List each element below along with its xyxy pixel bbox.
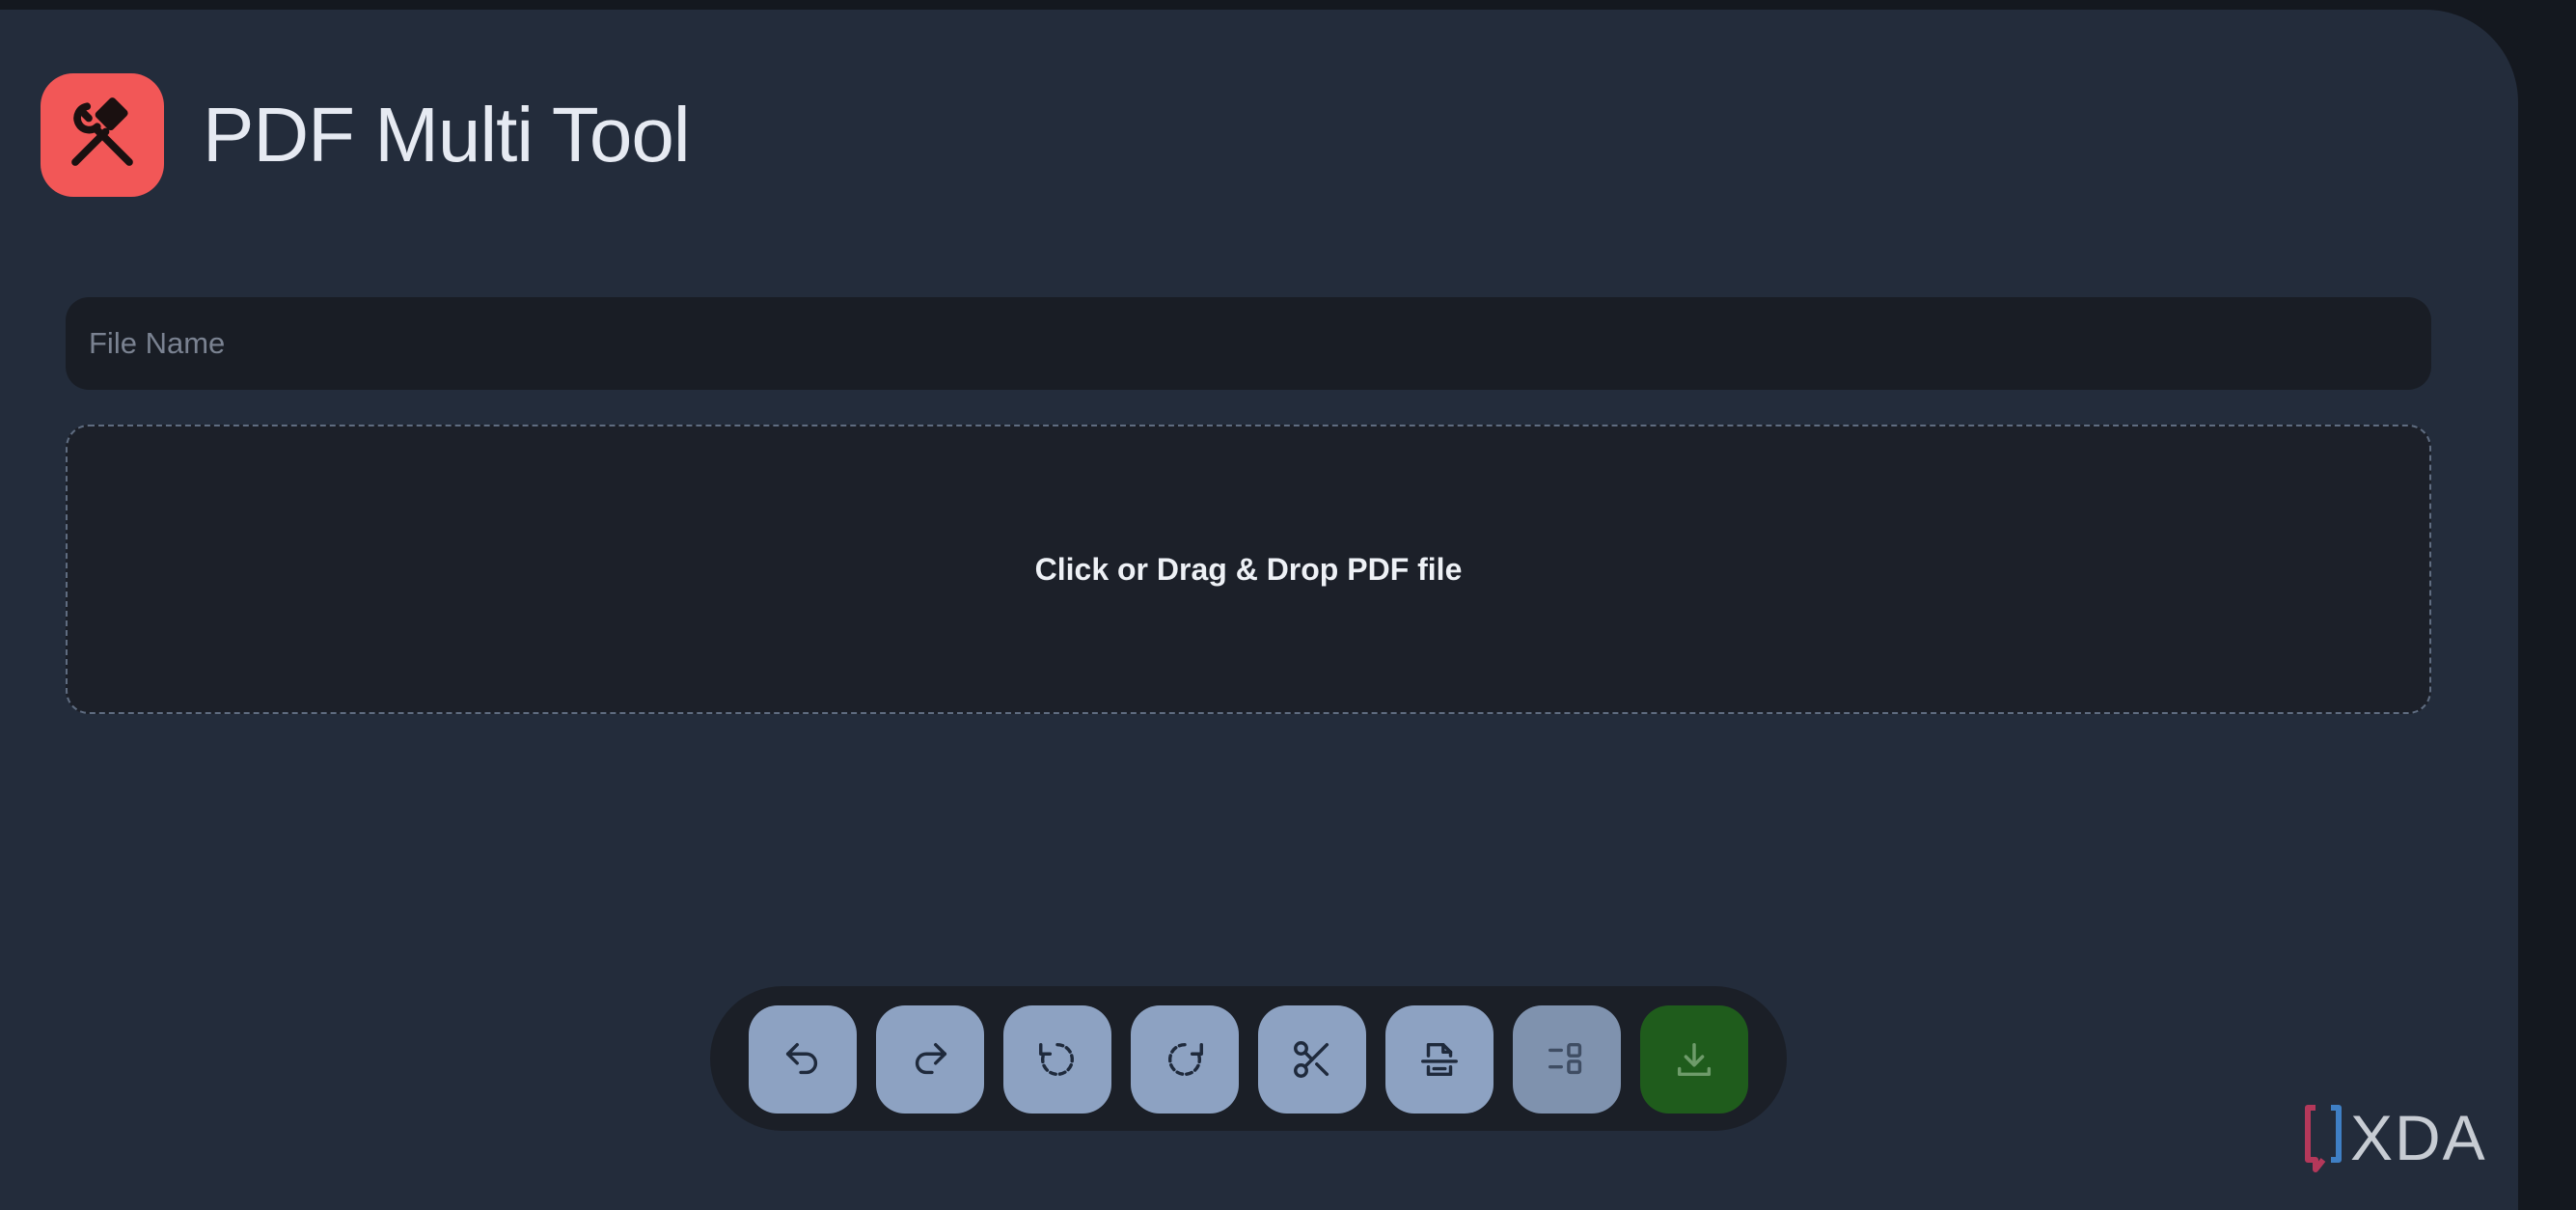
- download-icon: [1677, 1042, 1712, 1077]
- rotate-left-button[interactable]: [1003, 1005, 1111, 1114]
- undo-button[interactable]: [749, 1005, 857, 1114]
- split-button[interactable]: [1258, 1005, 1366, 1114]
- scissors-icon: [1294, 1041, 1329, 1078]
- xda-watermark-text: XDA: [2350, 1102, 2487, 1173]
- file-name-input[interactable]: [66, 297, 2431, 390]
- redo-button[interactable]: [876, 1005, 984, 1114]
- select-pages-button[interactable]: [1513, 1005, 1621, 1114]
- file-remove-icon: [1421, 1042, 1458, 1077]
- rotate-cw-icon: [1168, 1042, 1203, 1077]
- dropzone-label: Click or Drag & Drop PDF file: [1034, 551, 1463, 587]
- layout-list-icon: [1548, 1042, 1582, 1075]
- rotate-ccw-icon: [1039, 1042, 1074, 1077]
- window-edge: [2518, 0, 2576, 1210]
- undo-icon: [785, 1042, 818, 1075]
- screen: PDF Multi Tool Click or Drag & Drop PDF …: [0, 0, 2576, 1210]
- pdf-dropzone[interactable]: Click or Drag & Drop PDF file: [66, 425, 2431, 714]
- app-title: PDF Multi Tool: [203, 92, 691, 178]
- remove-pages-button[interactable]: [1385, 1005, 1494, 1114]
- bottom-toolbar: [710, 986, 1787, 1131]
- redo-icon: [915, 1042, 947, 1075]
- hammer-wrench-icon: [41, 73, 164, 197]
- rotate-right-button[interactable]: [1131, 1005, 1239, 1114]
- xda-watermark: XDA: [2305, 1102, 2487, 1173]
- download-button[interactable]: [1640, 1005, 1748, 1114]
